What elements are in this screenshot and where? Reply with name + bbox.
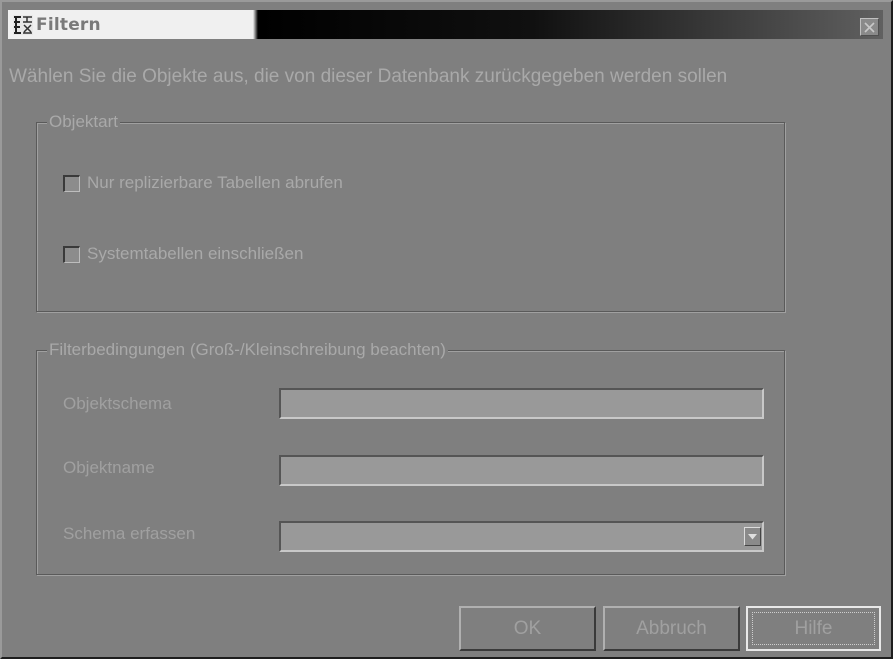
system-tables-option[interactable]: Systemtabellen einschließen [63,244,303,264]
instruction-text: Wählen Sie die Objekte aus, die von dies… [9,66,728,87]
title-bar[interactable]: Filtern [8,10,883,39]
filter-dialog: Filtern Wählen Sie die Objekte aus, die … [0,0,893,659]
close-icon [864,21,875,33]
object-schema-label: Objektschema [63,394,172,413]
object-name-input[interactable] [279,455,764,486]
replicable-tables-option[interactable]: Nur replizierbare Tabellen abrufen [63,173,343,193]
help-button[interactable]: Hilfe [746,606,881,651]
filter-app-icon [12,14,34,36]
system-tables-label: Systemtabellen einschließen [87,244,304,263]
chevron-down-icon [748,533,757,539]
window-title: Filtern [36,15,101,35]
close-button[interactable] [860,18,879,36]
schema-capture-dropdown-button[interactable] [744,527,761,546]
object-schema-input[interactable] [279,388,764,419]
object-type-legend: Objektart [47,112,120,132]
schema-capture-label: Schema erfassen [63,524,196,543]
replicable-tables-label: Nur replizierbare Tabellen abrufen [87,173,343,192]
ok-button[interactable]: OK [459,606,596,651]
replicable-tables-checkbox[interactable] [63,174,80,192]
object-name-label: Objektname [63,458,155,477]
filter-conditions-legend: Filterbedingungen (Groß-/Kleinschreibung… [47,340,448,360]
object-type-group: Objektart Nur replizierbare Tabellen abr… [36,112,785,312]
system-tables-checkbox[interactable] [63,245,80,263]
filter-conditions-group: Filterbedingungen (Groß-/Kleinschreibung… [36,340,785,575]
schema-capture-dropdown[interactable] [279,521,764,552]
cancel-button[interactable]: Abbruch [603,606,740,651]
